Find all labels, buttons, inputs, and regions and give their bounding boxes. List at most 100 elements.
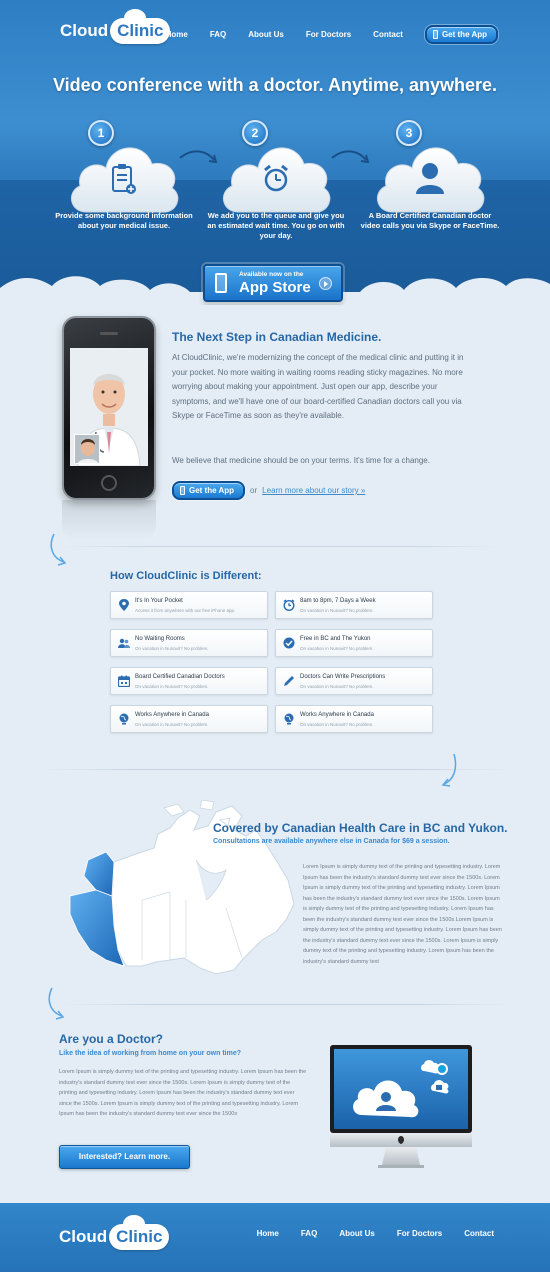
nav-for-doctors[interactable]: For Doctors (306, 30, 351, 39)
footer-for-doctors[interactable]: For Doctors (397, 1229, 442, 1238)
feature-card: Free in BC and The Yukon On vacation in … (275, 629, 433, 657)
logo-clinic-word: Clinic (116, 1227, 163, 1246)
feature-subtitle: On vacation in Nunavit? No problem. (300, 684, 374, 689)
iphone-reflection (62, 500, 156, 540)
footer: Cloud Clinic Home FAQ About Us For Docto… (0, 1203, 550, 1272)
nav-contact[interactable]: Contact (373, 30, 403, 39)
feature-subtitle: Access it from anywhere with our free iP… (135, 608, 236, 613)
curved-arrow-icon (179, 150, 218, 164)
clock-icon (283, 599, 295, 611)
coverage-title: Covered by Canadian Health Care in BC an… (213, 821, 508, 835)
footer-about-us[interactable]: About Us (339, 1229, 375, 1238)
or-text: or (250, 486, 258, 495)
app-store-button[interactable]: Available now on the App Store (203, 264, 343, 302)
checkmark-icon (283, 637, 295, 649)
calendar-icon (118, 675, 130, 687)
swoosh-arrow-icon (441, 753, 457, 787)
nav-faq[interactable]: FAQ (210, 30, 226, 39)
different-title: How CloudClinic is Different: (110, 570, 262, 582)
imac-illustration (330, 1045, 472, 1168)
feature-subtitle: On vacation in Nunavit? No problem. (300, 646, 374, 651)
learn-more-button[interactable]: Interested? Learn more. (59, 1145, 190, 1169)
feature-card: Board Certified Canadian Doctors On vaca… (110, 667, 268, 695)
nav-get-app-label: Get the App (441, 30, 487, 39)
intro-cta: Get the App or Learn more about our stor… (172, 481, 365, 500)
logo-cloud-word: Cloud (60, 21, 109, 40)
person-icon (416, 163, 444, 194)
feature-card: It's In Your Pocket Access it from anywh… (110, 591, 268, 619)
get-app-label: Get the App (189, 486, 235, 495)
phone-icon (180, 486, 185, 495)
feature-card: 8am to 8pm, 7 Days a Week On vacation in… (275, 591, 433, 619)
footer-faq[interactable]: FAQ (301, 1229, 317, 1238)
people-icon (118, 638, 130, 648)
swoosh-arrow-icon (48, 987, 65, 1020)
doctor-title: Are you a Doctor? (59, 1032, 164, 1046)
alarm-clock-icon (264, 164, 288, 192)
intro-title: The Next Step in Canadian Medicine. (172, 330, 382, 344)
intro-paragraph-2: We believe that medicine should be on yo… (172, 456, 430, 465)
nav-home[interactable]: Home (166, 30, 188, 39)
doctor-text: Lorem Ipsum is simply dummy text of the … (59, 1069, 307, 1117)
feature-card: No Waiting Rooms On vacation in Nunavit?… (110, 629, 268, 657)
step-number: 2 (242, 120, 268, 146)
step-text: A Board Certified Canadian doctor video … (360, 211, 500, 230)
phone-icon (215, 273, 227, 293)
feature-subtitle: On vacation in Nunavit? No problem. (135, 684, 209, 689)
feature-title: Works Anywhere in Canada (135, 712, 209, 718)
feature-title: Free in BC and The Yukon (300, 636, 371, 642)
feature-card: Doctors Can Write Prescriptions On vacat… (275, 667, 433, 695)
pen-icon (284, 676, 294, 686)
nav-get-app-button[interactable]: Get the App (424, 25, 498, 44)
footer-logo[interactable]: Cloud Clinic (59, 1215, 170, 1254)
step-number: 3 (396, 120, 422, 146)
globe-icon (119, 713, 129, 725)
step-text: Provide some background information abou… (55, 211, 193, 230)
phone-icon (432, 30, 438, 39)
iphone-screen (70, 348, 148, 466)
home-button (101, 475, 117, 491)
map-pin-icon (119, 599, 129, 611)
caller-thumbnail (74, 434, 100, 464)
iphone-illustration (62, 316, 156, 500)
feature-subtitle: On vacation in Nunavit? No problem. (135, 722, 209, 727)
feature-subtitle: On vacation in Nunavit? No problem. (300, 722, 374, 727)
logo-clinic-pill: Clinic (109, 1215, 170, 1250)
feature-subtitle: On vacation in Nunavit? No problem. (300, 608, 374, 613)
divider (60, 1004, 510, 1005)
globe-icon (284, 713, 294, 725)
top-nav: Cloud Clinic Home FAQ About Us For Docto… (0, 9, 550, 50)
story-link[interactable]: Learn more about our story » (262, 486, 365, 495)
feature-title: Doctors Can Write Prescriptions (300, 674, 386, 680)
get-app-button[interactable]: Get the App (172, 481, 246, 500)
logo-cloud-word: Cloud (59, 1227, 108, 1246)
nav-about-us[interactable]: About Us (248, 30, 284, 39)
swoosh-arrow-icon (50, 533, 67, 566)
feature-card: Works Anywhere in Canada On vacation in … (110, 705, 268, 733)
person-icon (75, 435, 99, 463)
footer-home[interactable]: Home (257, 1229, 279, 1238)
nav-links: Home FAQ About Us For Doctors Contact Ge… (144, 25, 498, 44)
app-store-label: App Store (239, 279, 311, 296)
feature-title: It's In Your Pocket (135, 598, 183, 604)
intro-paragraph: At CloudClinic, we're modernizing the co… (172, 353, 464, 421)
footer-contact[interactable]: Contact (464, 1229, 494, 1238)
step-text: We add you to the queue and give you an … (207, 211, 345, 240)
coverage-subtitle: Consultations are available anywhere els… (213, 838, 450, 845)
clipboard-icon (112, 164, 136, 194)
feature-title: No Waiting Rooms (135, 636, 185, 642)
divider (60, 546, 500, 547)
doctor-subtitle: Like the idea of working from home on yo… (59, 1050, 242, 1057)
play-arrow-icon (319, 277, 332, 290)
feature-title: Board Certified Canadian Doctors (135, 674, 225, 680)
coverage-text: Lorem Ipsum is simply dummy text of the … (303, 864, 502, 965)
curved-arrow-icon (331, 150, 370, 164)
feature-title: 8am to 8pm, 7 Days a Week (300, 598, 376, 604)
feature-title: Works Anywhere in Canada (300, 712, 374, 718)
footer-links: Home FAQ About Us For Doctors Contact (235, 1229, 494, 1238)
feature-subtitle: On vacation in Nunavit? No problem. (135, 646, 209, 651)
speaker (100, 332, 118, 335)
hero-title: Video conference with a doctor. Anytime,… (52, 75, 498, 95)
feature-card: Works Anywhere in Canada On vacation in … (275, 705, 433, 733)
hero-section: Cloud Clinic Home FAQ About Us For Docto… (0, 0, 550, 305)
